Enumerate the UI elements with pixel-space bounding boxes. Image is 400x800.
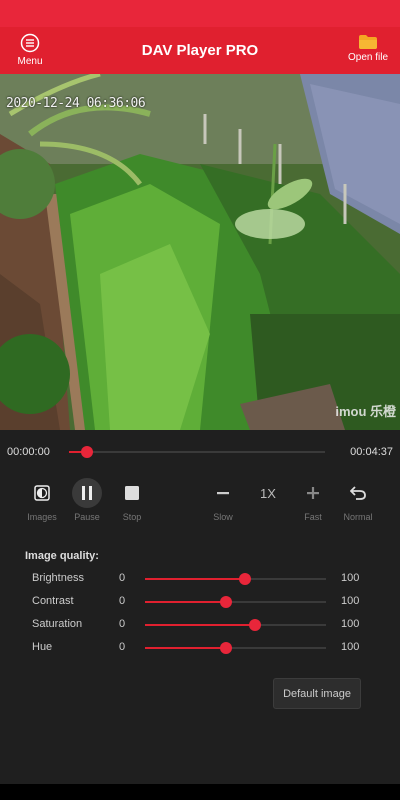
undo-icon (350, 486, 366, 500)
video-frame[interactable]: 2020-12-24 06:36:06 imou 乐橙 (0, 74, 400, 430)
stop-button[interactable]: Stop (110, 478, 154, 522)
normal-label: Normal (343, 512, 373, 522)
slider-label: Saturation (32, 618, 83, 630)
seek-thumb[interactable] (80, 446, 93, 458)
images-label: Images (27, 512, 57, 522)
brightness-slider[interactable] (145, 573, 326, 585)
slider-thumb[interactable] (220, 642, 233, 654)
slider-label: Hue (32, 641, 53, 653)
slider-row-contrast: Contrast 0 100 (0, 593, 400, 611)
seek-bar[interactable] (69, 446, 325, 458)
slider-min: 0 (119, 641, 126, 653)
video-timestamp: 2020-12-24 06:36:06 (6, 96, 146, 111)
image-adjust-icon (34, 485, 50, 501)
app-title: DAV Player PRO (141, 42, 259, 59)
image-quality-title: Image quality: (25, 550, 99, 562)
slider-thumb[interactable] (220, 596, 233, 608)
slider-row-brightness: Brightness 0 100 (0, 570, 400, 588)
fast-button[interactable]: Fast (291, 478, 335, 522)
default-image-button[interactable]: Default image (273, 678, 361, 709)
slider-row-saturation: Saturation 0 100 (0, 616, 400, 634)
total-time: 00:04:37 (350, 446, 393, 458)
slider-fill (145, 624, 256, 626)
status-bar (0, 0, 400, 27)
slider-max: 100 (341, 572, 360, 584)
slider-fill (145, 578, 245, 580)
slider-label: Contrast (32, 595, 74, 607)
contrast-slider[interactable] (145, 596, 326, 608)
open-file-button[interactable]: Open file (346, 35, 390, 63)
pause-button[interactable]: Pause (65, 478, 109, 522)
slider-min: 0 (119, 618, 126, 630)
stop-icon (125, 486, 139, 500)
plus-icon (307, 487, 319, 499)
slow-label: Slow (213, 512, 233, 522)
current-time: 00:00:00 (7, 446, 50, 458)
camera-watermark: imou 乐橙 (335, 404, 396, 419)
minus-icon (217, 492, 229, 495)
video-scene (0, 74, 400, 430)
app-bar: Menu DAV Player PRO Open file (0, 27, 400, 74)
system-nav-bar (0, 784, 400, 800)
player-controls: 00:00:00 00:04:37 Images Pause Stop Slow… (0, 430, 400, 800)
normal-button[interactable]: Normal (336, 478, 380, 522)
stop-label: Stop (122, 512, 142, 522)
slider-thumb[interactable] (238, 573, 251, 585)
open-file-label: Open file (347, 52, 389, 63)
slider-label: Brightness (32, 572, 84, 584)
hue-slider[interactable] (145, 642, 326, 654)
slider-max: 100 (341, 618, 360, 630)
slider-min: 0 (119, 595, 126, 607)
slider-max: 100 (341, 595, 360, 607)
slow-button[interactable]: Slow (201, 478, 245, 522)
pause-icon (72, 478, 102, 508)
slider-row-hue: Hue 0 100 (0, 639, 400, 657)
slider-max: 100 (341, 641, 360, 653)
fast-label: Fast (304, 512, 322, 522)
pause-label: Pause (74, 512, 100, 522)
slider-thumb[interactable] (249, 619, 262, 631)
images-button[interactable]: Images (20, 478, 64, 522)
slider-min: 0 (119, 572, 126, 584)
slider-fill (145, 647, 227, 649)
speed-indicator: 1X (246, 478, 290, 508)
folder-icon (359, 35, 377, 49)
saturation-slider[interactable] (145, 619, 326, 631)
slider-fill (145, 601, 227, 603)
speed-value: 1X (260, 485, 276, 501)
